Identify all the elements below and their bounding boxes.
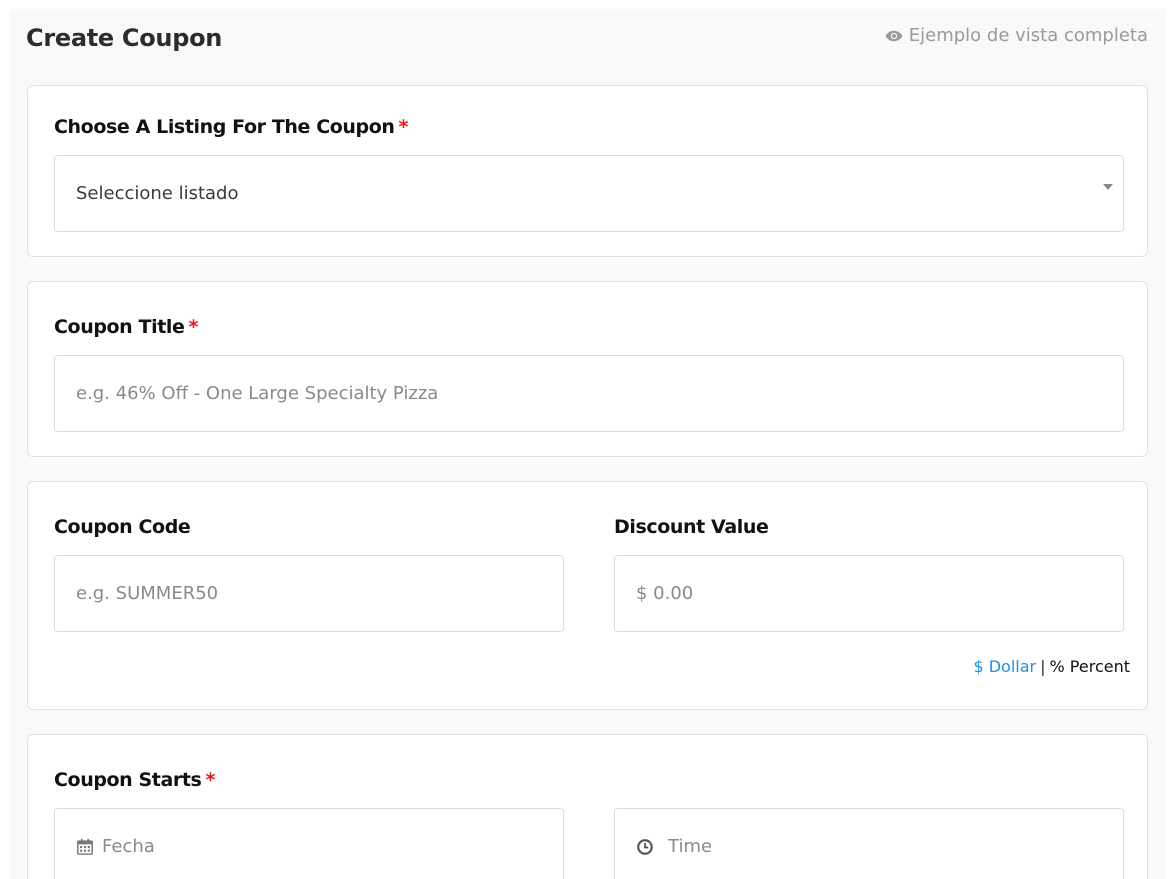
coupon-title-placeholder: e.g. 46% Off - One Large Specialty Pizza xyxy=(76,383,439,404)
discount-unit-toggle: $ Dollar | % Percent xyxy=(973,657,1130,676)
listing-label-text: Choose A Listing For The Coupon xyxy=(54,116,395,138)
full-preview-label: Ejemplo de vista completa xyxy=(908,25,1148,46)
start-date-input[interactable]: Fecha xyxy=(54,808,564,879)
listing-select[interactable]: Seleccione listado xyxy=(54,155,1124,232)
unit-dollar-option[interactable]: $ Dollar xyxy=(973,657,1036,676)
coupon-title-label: Coupon Title * xyxy=(54,316,198,338)
start-date-placeholder: Fecha xyxy=(102,836,155,857)
coupon-title-card: Coupon Title * e.g. 46% Off - One Large S… xyxy=(27,281,1148,457)
required-mark: * xyxy=(398,116,409,138)
page-title: Create Coupon xyxy=(26,24,223,52)
clock-icon xyxy=(637,838,653,855)
create-coupon-page: Create Coupon Ejemplo de vista completa … xyxy=(9,9,1165,879)
page-header: Create Coupon Ejemplo de vista completa xyxy=(9,9,1165,69)
coupon-code-placeholder: e.g. SUMMER50 xyxy=(76,583,219,604)
start-time-placeholder: Time xyxy=(668,836,713,857)
code-discount-card: Coupon Code e.g. SUMMER50 Discount Value… xyxy=(27,481,1148,710)
calendar-icon xyxy=(77,838,93,855)
required-mark: * xyxy=(205,769,216,791)
coupon-starts-label-text: Coupon Starts xyxy=(54,769,202,791)
discount-value-input[interactable]: $ 0.00 xyxy=(614,555,1124,632)
listing-select-value: Seleccione listado xyxy=(76,183,239,204)
coupon-code-label: Coupon Code xyxy=(54,516,191,538)
listing-label: Choose A Listing For The Coupon * xyxy=(54,116,408,138)
listing-card: Choose A Listing For The Coupon * Selecci… xyxy=(27,85,1148,257)
eye-icon xyxy=(885,30,903,41)
coupon-title-input[interactable]: e.g. 46% Off - One Large Specialty Pizza xyxy=(54,355,1124,432)
discount-value-label: Discount Value xyxy=(614,516,769,538)
discount-value-placeholder: $ 0.00 xyxy=(636,583,694,604)
required-mark: * xyxy=(188,316,199,338)
coupon-code-input[interactable]: e.g. SUMMER50 xyxy=(54,555,564,632)
coupon-title-label-text: Coupon Title xyxy=(54,316,185,338)
chevron-down-icon xyxy=(1103,184,1113,190)
unit-percent-option[interactable]: % Percent xyxy=(1050,657,1131,676)
full-preview-link[interactable]: Ejemplo de vista completa xyxy=(885,25,1148,46)
start-time-input[interactable]: Time xyxy=(614,808,1124,879)
unit-separator: | xyxy=(1040,657,1046,676)
coupon-starts-card: Coupon Starts * Fecha Time xyxy=(27,734,1148,879)
coupon-starts-label: Coupon Starts * xyxy=(54,769,215,791)
